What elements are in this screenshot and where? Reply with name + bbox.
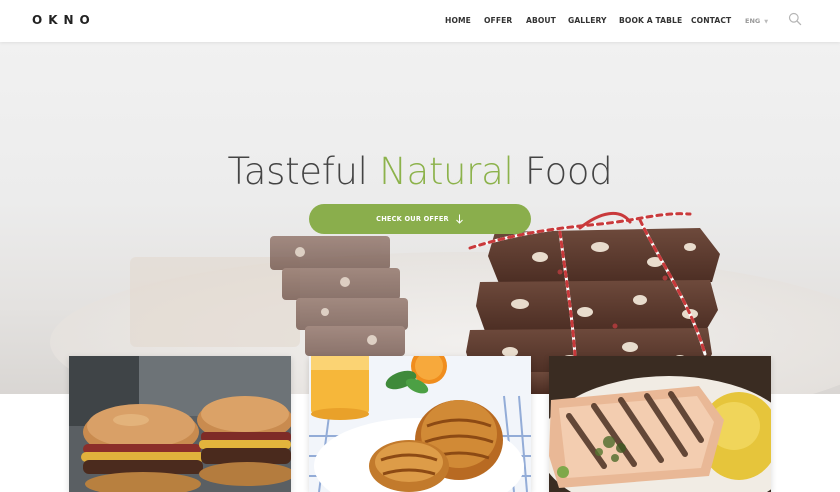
search-icon[interactable] bbox=[788, 12, 802, 26]
nav-item-contact[interactable]: CONTACT bbox=[691, 16, 731, 25]
burger-image bbox=[69, 356, 291, 492]
site-header: OKNO HOME OFFER ABOUT GALLERY BOOK A TAB… bbox=[0, 0, 840, 42]
nav-item-gallery[interactable]: GALLERY bbox=[568, 16, 607, 25]
croissant-image bbox=[309, 356, 531, 492]
offer-card-croissants[interactable] bbox=[309, 356, 531, 492]
grilled-fish-image bbox=[549, 356, 771, 492]
arrow-down-icon bbox=[455, 214, 463, 224]
language-label: ENG bbox=[745, 17, 761, 25]
offer-card-burgers[interactable] bbox=[69, 356, 291, 492]
hero-title-part-3: Food bbox=[524, 150, 613, 193]
hero-section: Tasteful Natural Food CHECK OUR OFFER bbox=[0, 42, 840, 394]
site-logo[interactable]: OKNO bbox=[32, 13, 96, 27]
nav-item-home[interactable]: HOME bbox=[445, 16, 471, 25]
hero-title-part-1: Tasteful bbox=[227, 150, 368, 193]
nav-item-about[interactable]: ABOUT bbox=[526, 16, 556, 25]
hero-title-accent: Natural bbox=[379, 150, 514, 193]
nav-item-book-a-table[interactable]: BOOK A TABLE bbox=[619, 16, 682, 25]
caret-down-icon: ▼ bbox=[764, 19, 769, 25]
offer-card-fish[interactable] bbox=[549, 356, 771, 492]
check-offer-label: CHECK OUR OFFER bbox=[376, 215, 449, 223]
check-offer-button[interactable]: CHECK OUR OFFER bbox=[309, 204, 531, 234]
language-selector[interactable]: ENG ▼ bbox=[745, 17, 768, 25]
nav-item-offer[interactable]: OFFER bbox=[484, 16, 512, 25]
hero-title: Tasteful Natural Food bbox=[0, 150, 840, 193]
